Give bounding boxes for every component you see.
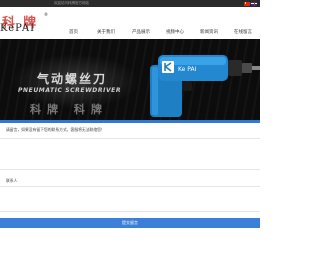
nav-item-products[interactable]: 产品展示 [132, 27, 150, 38]
hero-bottom-text: 科牌 科牌 [30, 103, 108, 116]
message-panel: 请留言，如果没有留下您的联系方式，客服将无法联络您！ 联系人 提交留言 [0, 120, 260, 274]
nav-item-video[interactable]: 视频中心 [166, 27, 184, 38]
nav-item-about[interactable]: 关于我们 [97, 27, 115, 38]
pneumatic-screwdriver-image: Ke PAI [150, 55, 260, 117]
top-bar: 欢迎访问科牌官方网站 [0, 0, 260, 7]
hero-title: 气动螺丝刀 [37, 72, 108, 86]
message-textarea[interactable] [0, 169, 260, 170]
hero-banner: 气动螺丝刀 PNEUMATIC SCREWDRIVER 科牌 科牌 Ke PAI [0, 39, 260, 120]
hero-subtitle: PNEUMATIC SCREWDRIVER [18, 87, 122, 94]
main-nav: 首页 关于我们 产品展示 视频中心 新闻资讯 在线留言 [58, 27, 260, 38]
contact-field[interactable] [0, 211, 260, 212]
nav-item-home[interactable]: 首页 [69, 27, 78, 38]
brand-logo[interactable]: 科牌 ® KePAI [0, 12, 50, 36]
leave-message-prompt: 请留言，如果没有留下您的联系方式，客服将无法联络您！ [6, 127, 105, 132]
tool-brand-text: Ke PAI [178, 66, 197, 73]
registered-mark: ® [44, 12, 48, 17]
site-header: 科牌 ® KePAI 首页 关于我们 产品展示 视频中心 新闻资讯 在线留言 [0, 7, 260, 39]
logo-en-text: KePAI [0, 23, 36, 34]
contact-label: 联系人 [6, 178, 18, 183]
top-bar-welcome-text: 欢迎访问科牌官方网站 [54, 1, 89, 5]
uk-flag-icon[interactable] [251, 1, 257, 6]
submit-message-button[interactable]: 提交留言 [0, 218, 260, 228]
nav-item-message[interactable]: 在线留言 [234, 27, 252, 38]
panel-top-bar [0, 120, 260, 123]
china-flag-icon[interactable] [244, 1, 250, 6]
nav-item-news[interactable]: 新闻资讯 [200, 27, 218, 38]
